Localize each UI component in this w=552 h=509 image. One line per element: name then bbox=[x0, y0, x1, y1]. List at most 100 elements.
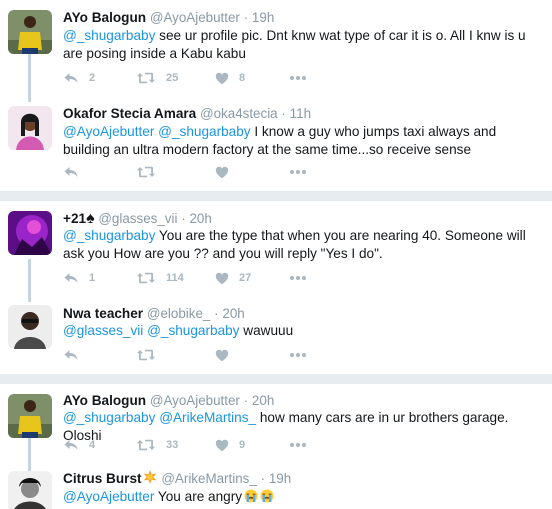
handle[interactable]: @AyoAjebutter bbox=[150, 393, 240, 408]
reply-button[interactable] bbox=[63, 163, 79, 181]
retweet-button[interactable]: 25 bbox=[136, 69, 178, 87]
more-button[interactable] bbox=[289, 346, 307, 364]
reply-icon bbox=[63, 72, 79, 84]
timestamp[interactable]: 11h bbox=[290, 106, 311, 121]
reply-button[interactable]: 4 bbox=[63, 436, 95, 454]
reply-button[interactable]: 2 bbox=[63, 69, 95, 87]
avatar-woman-icon bbox=[8, 106, 52, 150]
like-count: 8 bbox=[239, 72, 246, 84]
retweet-icon bbox=[136, 271, 156, 285]
mention-link[interactable]: @_shugarbaby bbox=[158, 124, 250, 139]
mention-link[interactable]: @_shugarbaby bbox=[63, 228, 155, 243]
more-button[interactable] bbox=[289, 69, 307, 87]
retweet-icon bbox=[136, 348, 156, 362]
like-count: 9 bbox=[239, 439, 246, 451]
display-name[interactable]: AYo Balogun bbox=[63, 393, 146, 408]
more-icon bbox=[289, 352, 307, 358]
handle[interactable]: @elobike_ bbox=[147, 306, 210, 321]
more-icon bbox=[289, 275, 307, 281]
retweet-button[interactable]: 33 bbox=[136, 436, 178, 454]
display-name[interactable]: Okafor Stecia Amara bbox=[63, 106, 196, 121]
timestamp[interactable]: 20h bbox=[252, 393, 274, 408]
display-name[interactable]: Nwa teacher bbox=[63, 306, 143, 321]
avatar[interactable] bbox=[8, 10, 52, 54]
avatar-purple-light-icon bbox=[8, 211, 52, 255]
mention-link[interactable]: @_shugarbaby bbox=[63, 410, 155, 425]
timestamp[interactable]: 20h bbox=[189, 211, 211, 226]
avatar[interactable] bbox=[8, 211, 52, 255]
separator-dot: · bbox=[214, 306, 219, 321]
sun-badge-icon bbox=[143, 470, 156, 484]
reply-icon bbox=[63, 272, 79, 284]
tweet-header: AYo Balogun @AyoAjebutter · 20h bbox=[63, 392, 274, 410]
retweet-icon bbox=[136, 438, 156, 452]
retweet-button[interactable]: 114 bbox=[136, 269, 184, 287]
mention-link[interactable]: @_shugarbaby bbox=[63, 28, 155, 43]
tweet-header: Citrus Burst @ArikeMartins_ · 19h bbox=[63, 470, 291, 488]
display-name[interactable]: +21 bbox=[63, 211, 86, 226]
display-name[interactable]: Citrus Burst bbox=[63, 471, 142, 486]
mention-link[interactable]: @AyoAjebutter bbox=[63, 124, 154, 139]
tweet[interactable]: +21♠ @glasses_vii · 20h @_shugarbaby You… bbox=[0, 201, 552, 295]
reply-count: 1 bbox=[89, 272, 96, 284]
tweet[interactable]: Okafor Stecia Amara @oka4stecia · 11h @A… bbox=[0, 96, 552, 191]
handle[interactable]: @oka4stecia bbox=[200, 106, 278, 121]
heart-icon bbox=[215, 439, 229, 452]
tweet-header: Okafor Stecia Amara @oka4stecia · 11h bbox=[63, 105, 311, 123]
crying-face-icon bbox=[260, 489, 274, 503]
tweet[interactable]: AYo Balogun @AyoAjebutter · 20h @_shugar… bbox=[0, 384, 552, 461]
handle[interactable]: @ArikeMartins_ bbox=[161, 471, 256, 486]
retweet-button[interactable] bbox=[136, 163, 156, 181]
separator-dot: · bbox=[260, 471, 266, 486]
like-button[interactable]: 8 bbox=[215, 69, 245, 87]
avatar[interactable] bbox=[8, 471, 52, 509]
tweet-text-content: You are angry bbox=[154, 489, 243, 504]
retweet-count: 33 bbox=[166, 439, 179, 451]
separator-dot: · bbox=[281, 106, 286, 121]
more-button[interactable] bbox=[289, 269, 307, 287]
handle[interactable]: @AyoAjebutter bbox=[150, 10, 240, 25]
retweet-button[interactable] bbox=[136, 346, 156, 364]
more-button[interactable] bbox=[289, 163, 307, 181]
tweet[interactable]: Citrus Burst @ArikeMartins_ · 19h @AyoAj… bbox=[0, 461, 552, 509]
mention-link[interactable]: @ArikeMartins_ bbox=[159, 410, 256, 425]
avatar-yellow-shirt-icon bbox=[8, 394, 52, 438]
timestamp[interactable]: 19h bbox=[252, 10, 274, 25]
timestamp[interactable]: 20h bbox=[222, 306, 244, 321]
retweet-count: 25 bbox=[166, 72, 179, 84]
crying-face-icon bbox=[244, 489, 258, 503]
reply-button[interactable] bbox=[63, 346, 79, 364]
more-icon bbox=[289, 169, 307, 175]
reply-count: 4 bbox=[89, 439, 96, 451]
heart-icon bbox=[215, 349, 229, 362]
avatar-man-gray-icon bbox=[8, 305, 52, 349]
heart-icon bbox=[215, 272, 229, 285]
avatar[interactable] bbox=[8, 305, 52, 349]
more-button[interactable] bbox=[289, 436, 307, 454]
tweet[interactable]: Nwa teacher @elobike_ · 20h @glasses_vii… bbox=[0, 295, 552, 374]
mention-link[interactable]: @AyoAjebutter bbox=[63, 489, 154, 504]
handle[interactable]: @glasses_vii bbox=[98, 211, 177, 226]
retweet-icon bbox=[136, 71, 156, 85]
like-button[interactable]: 27 bbox=[215, 269, 251, 287]
more-icon bbox=[289, 442, 307, 448]
more-icon bbox=[289, 75, 307, 81]
display-name[interactable]: AYo Balogun bbox=[63, 10, 146, 25]
avatar-woman-bw-icon bbox=[8, 471, 52, 509]
tweet-header: +21♠ @glasses_vii · 20h bbox=[63, 210, 212, 228]
mention-link[interactable]: @glasses_vii bbox=[63, 323, 143, 338]
like-button[interactable] bbox=[215, 163, 229, 181]
timestamp[interactable]: 19h bbox=[269, 471, 291, 486]
mention-link[interactable]: @_shugarbaby bbox=[147, 323, 239, 338]
tweet-text-content: wawuuu bbox=[239, 323, 294, 338]
reply-button[interactable]: 1 bbox=[63, 269, 95, 287]
like-button[interactable] bbox=[215, 346, 229, 364]
tweet-text: @AyoAjebutter @_shugarbaby I know a guy … bbox=[63, 123, 545, 159]
avatar[interactable] bbox=[8, 394, 52, 438]
separator-dot: · bbox=[243, 393, 249, 408]
separator-dot: · bbox=[243, 10, 249, 25]
like-button[interactable]: 9 bbox=[215, 436, 245, 454]
tweet[interactable]: AYo Balogun @AyoAjebutter · 19h @_shugar… bbox=[0, 0, 552, 96]
avatar[interactable] bbox=[8, 106, 52, 150]
heart-icon bbox=[215, 166, 229, 179]
